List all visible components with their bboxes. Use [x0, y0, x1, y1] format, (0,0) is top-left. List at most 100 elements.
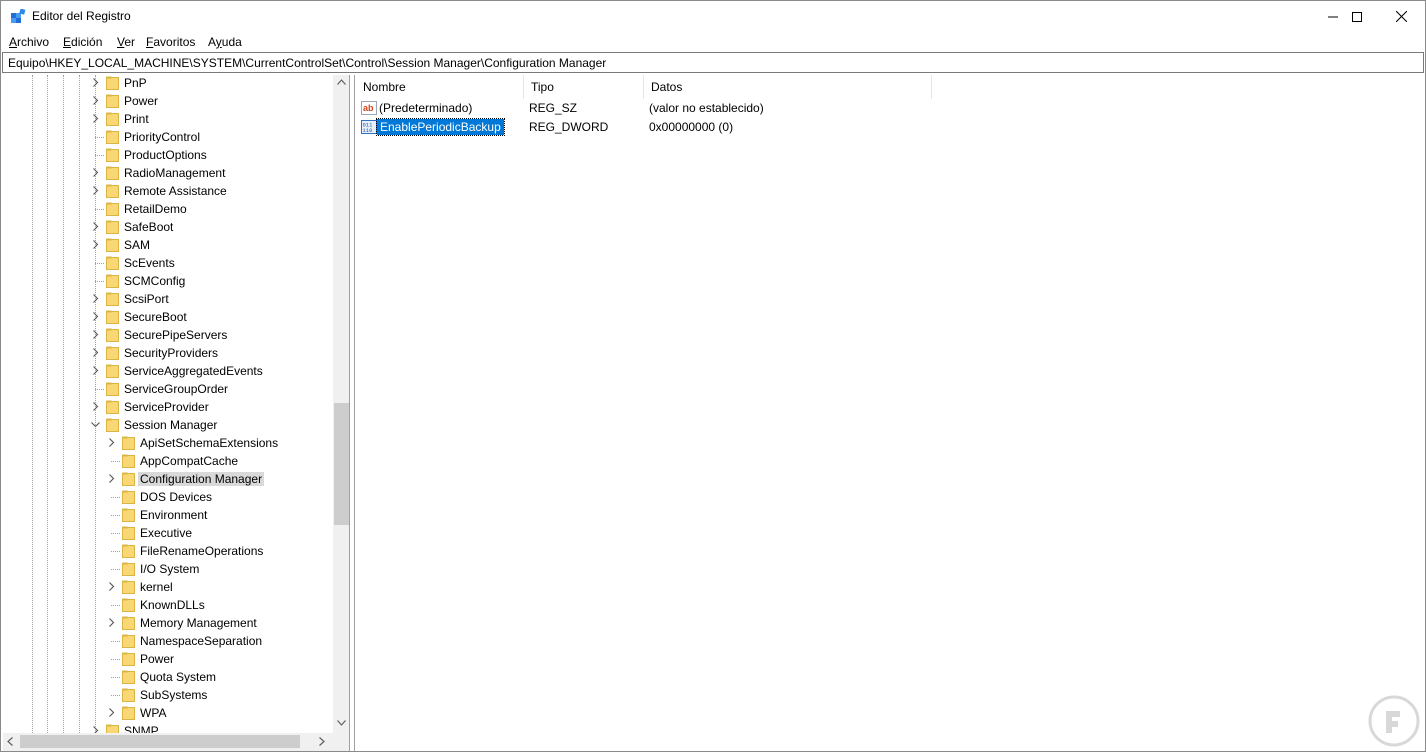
tree-item[interactable]: SecureBoot	[3, 308, 333, 326]
tree-item[interactable]: kernel	[3, 578, 333, 596]
chevron-right-icon[interactable]	[91, 96, 100, 105]
tree-item[interactable]: KnownDLLs	[3, 596, 333, 614]
tree-item[interactable]: SecurePipeServers	[3, 326, 333, 344]
address-path: Equipo\HKEY_LOCAL_MACHINE\SYSTEM\Current…	[8, 56, 607, 70]
tree-item[interactable]: Power	[3, 650, 333, 668]
folder-icon	[122, 562, 135, 576]
chevron-right-icon[interactable]	[91, 222, 100, 231]
tree-connector	[111, 569, 120, 570]
chevron-right-icon[interactable]	[91, 294, 100, 303]
tree-item[interactable]: PnP	[3, 75, 333, 92]
chevron-right-icon[interactable]	[91, 726, 100, 733]
chevron-right-icon[interactable]	[91, 186, 100, 195]
chevron-right-icon[interactable]	[107, 618, 116, 627]
chevron-right-icon[interactable]	[91, 330, 100, 339]
tree-item[interactable]: FileRenameOperations	[3, 542, 333, 560]
tree-item[interactable]: RetailDemo	[3, 200, 333, 218]
tree-connector	[111, 533, 120, 534]
menu-favoritos[interactable]: Favoritos	[146, 35, 195, 49]
tree-item[interactable]: Remote Assistance	[3, 182, 333, 200]
scroll-up-icon[interactable]	[337, 79, 346, 85]
column-separator[interactable]	[931, 75, 932, 99]
tree-item[interactable]: Session Manager	[3, 416, 333, 434]
tree-item[interactable]: SAM	[3, 236, 333, 254]
chevron-right-icon[interactable]	[91, 366, 100, 375]
chevron-right-icon[interactable]	[91, 402, 100, 411]
tree-item[interactable]: Memory Management	[3, 614, 333, 632]
menu-ver[interactable]: Ver	[117, 35, 135, 49]
tree-item[interactable]: RadioManagement	[3, 164, 333, 182]
tree-item-label: ProductOptions	[124, 148, 207, 162]
chevron-right-icon[interactable]	[107, 582, 116, 591]
chevron-right-icon[interactable]	[91, 312, 100, 321]
value-row[interactable]: ab (Predeterminado) REG_SZ (valor no est…	[355, 99, 1425, 118]
folder-icon	[106, 292, 119, 306]
tree-item[interactable]: Configuration Manager	[3, 470, 333, 488]
close-button[interactable]	[1378, 1, 1424, 32]
scrollbar-thumb[interactable]	[334, 403, 349, 525]
scrollbar-thumb[interactable]	[20, 735, 300, 748]
tree-item[interactable]: Executive	[3, 524, 333, 542]
folder-icon	[122, 526, 135, 540]
tree-item[interactable]: Print	[3, 110, 333, 128]
tree-item-label: FileRenameOperations	[140, 544, 264, 558]
tree-item[interactable]: ServiceAggregatedEvents	[3, 362, 333, 380]
tree-item[interactable]: SubSystems	[3, 686, 333, 704]
tree-item-label: Session Manager	[124, 418, 218, 432]
chevron-right-icon[interactable]	[107, 708, 116, 717]
chevron-right-icon[interactable]	[91, 168, 100, 177]
chevron-right-icon[interactable]	[107, 474, 116, 483]
value-row-selected[interactable]: 011 110 EnablePeriodicBackup REG_DWORD 0…	[355, 118, 1425, 137]
tree-item[interactable]: I/O System	[3, 560, 333, 578]
value-name: (Predeterminado)	[379, 101, 473, 115]
column-header-datos[interactable]: Datos	[643, 75, 931, 99]
folder-icon	[106, 274, 119, 288]
tree-item[interactable]: ScsiPort	[3, 290, 333, 308]
chevron-right-icon[interactable]	[91, 348, 100, 357]
folder-icon	[106, 328, 119, 342]
folder-icon	[122, 616, 135, 630]
menu-ayuda[interactable]: Ayuda	[208, 35, 242, 49]
tree-item[interactable]: ServiceProvider	[3, 398, 333, 416]
svg-text:ab: ab	[363, 103, 374, 113]
folder-icon	[106, 364, 119, 378]
address-bar[interactable]: Equipo\HKEY_LOCAL_MACHINE\SYSTEM\Current…	[2, 52, 1424, 73]
folder-icon	[106, 238, 119, 252]
column-header-nombre[interactable]: Nombre	[355, 75, 523, 99]
chevron-right-icon[interactable]	[91, 114, 100, 123]
chevron-down-icon[interactable]	[91, 420, 100, 429]
scroll-left-icon[interactable]	[7, 737, 13, 746]
menu-archivo[interactable]: Archivo	[9, 35, 49, 49]
tree-vertical-scrollbar[interactable]	[333, 75, 349, 733]
chevron-right-icon[interactable]	[91, 240, 100, 249]
tree-item-label: AppCompatCache	[140, 454, 239, 468]
tree-item-label: Power	[124, 94, 159, 108]
column-header-tipo[interactable]: Tipo	[523, 75, 643, 99]
tree-item[interactable]: DOS Devices	[3, 488, 333, 506]
folder-icon	[122, 544, 135, 558]
tree-item[interactable]: PriorityControl	[3, 128, 333, 146]
tree-item[interactable]: AppCompatCache	[3, 452, 333, 470]
tree-item[interactable]: Environment	[3, 506, 333, 524]
scroll-down-icon[interactable]	[337, 720, 346, 726]
tree-item[interactable]: SCMConfig	[3, 272, 333, 290]
tree-item[interactable]: NamespaceSeparation	[3, 632, 333, 650]
key-tree-pane[interactable]: PnP Power Print PriorityControl ProductOptio…	[3, 75, 350, 751]
menu-edicion[interactable]: Edición	[63, 35, 102, 49]
chevron-right-icon[interactable]	[107, 438, 116, 447]
tree-item[interactable]: SecurityProviders	[3, 344, 333, 362]
tree-item[interactable]: WPA	[3, 704, 333, 722]
maximize-button[interactable]	[1334, 1, 1380, 32]
tree-item[interactable]: SNMP	[3, 722, 333, 733]
tree-item[interactable]: SafeBoot	[3, 218, 333, 236]
tree-horizontal-scrollbar[interactable]	[3, 733, 333, 751]
tree-item[interactable]: ServiceGroupOrder	[3, 380, 333, 398]
values-list-pane[interactable]: Nombre Tipo Datos ab (Predeterminado) RE…	[354, 75, 1424, 751]
chevron-right-icon[interactable]	[91, 78, 100, 87]
scroll-right-icon[interactable]	[319, 737, 325, 746]
tree-item[interactable]: Power	[3, 92, 333, 110]
tree-item[interactable]: Quota System	[3, 668, 333, 686]
tree-item[interactable]: ScEvents	[3, 254, 333, 272]
tree-item[interactable]: ApiSetSchemaExtensions	[3, 434, 333, 452]
tree-item[interactable]: ProductOptions	[3, 146, 333, 164]
